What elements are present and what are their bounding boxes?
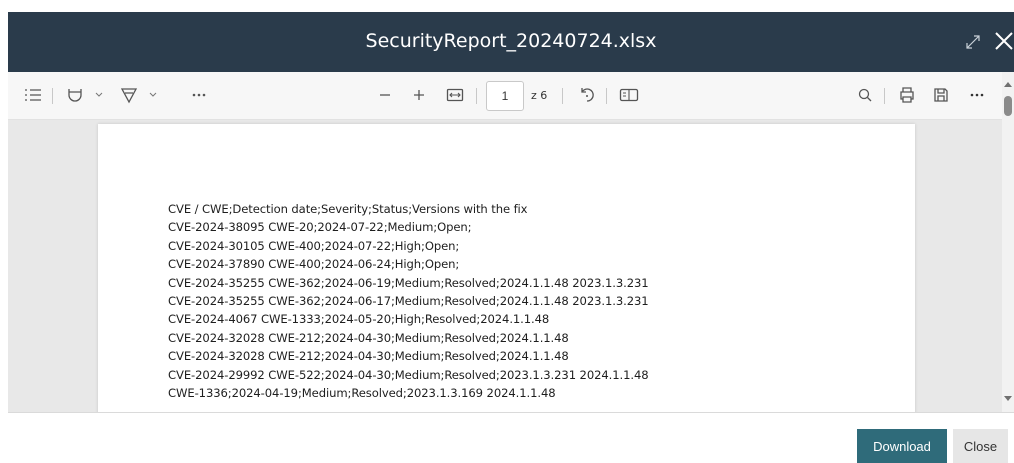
rotate-icon[interactable] — [576, 84, 598, 106]
table-of-contents-icon[interactable] — [22, 84, 44, 106]
highlight-dropdown-chevron-icon[interactable] — [88, 84, 110, 106]
scrollbar-thumb[interactable] — [1004, 96, 1012, 116]
document-line: CVE-2024-38095 CWE-20;2024-07-22;Medium;… — [168, 220, 472, 235]
scroll-down-arrow-icon[interactable] — [1004, 396, 1012, 401]
file-preview-dialog: SecurityReport_20240724.xlsx 1 z 6 CVE /… — [8, 12, 1014, 463]
close-icon[interactable] — [992, 28, 1014, 54]
document-line: CVE-2024-37890 CWE-400;2024-06-24;High;O… — [168, 257, 460, 272]
zoom-in-icon[interactable] — [408, 84, 430, 106]
dialog-footer: Download Close — [8, 412, 1014, 463]
pdf-toolbar: 1 z 6 — [8, 72, 1014, 120]
more-options-icon[interactable] — [966, 84, 988, 106]
document-line: CVE-2024-32028 CWE-212;2024-04-30;Medium… — [168, 349, 569, 364]
toolbar-divider — [52, 88, 53, 104]
toolbar-divider — [606, 88, 607, 104]
document-line: CVE-2024-30105 CWE-400;2024-07-22;High;O… — [168, 238, 460, 253]
document-viewer[interactable]: CVE / CWE;Detection date;Severity;Status… — [8, 120, 1014, 412]
download-button[interactable]: Download — [857, 429, 947, 463]
draw-dropdown-chevron-icon[interactable] — [142, 84, 164, 106]
draw-icon[interactable] — [118, 84, 140, 106]
dialog-title: SecurityReport_20240724.xlsx — [365, 30, 657, 52]
document-line: CVE-2024-35255 CWE-362;2024-06-17;Medium… — [168, 293, 649, 308]
document-line: CWE-1336;2024-04-19;Medium;Resolved;2023… — [168, 385, 556, 400]
page-total-label: z 6 — [531, 89, 548, 102]
more-tools-icon[interactable] — [188, 84, 210, 106]
toolbar-divider — [562, 88, 563, 104]
scroll-up-arrow-icon[interactable] — [1004, 82, 1012, 87]
document-text: CVE / CWE;Detection date;Severity;Status… — [168, 200, 649, 402]
save-icon[interactable] — [930, 84, 952, 106]
search-icon[interactable] — [854, 84, 876, 106]
print-icon[interactable] — [896, 84, 918, 106]
document-page: CVE / CWE;Detection date;Severity;Status… — [98, 124, 915, 412]
zoom-out-icon[interactable] — [374, 84, 396, 106]
document-line: CVE-2024-32028 CWE-212;2024-04-30;Medium… — [168, 330, 569, 345]
page-view-icon[interactable] — [618, 84, 640, 106]
document-line: CVE-2024-29992 CWE-522;2024-04-30;Medium… — [168, 367, 649, 382]
document-line: CVE-2024-35255 CWE-362;2024-06-19;Medium… — [168, 275, 649, 290]
close-button[interactable]: Close — [953, 429, 1008, 463]
toolbar-divider — [884, 88, 885, 104]
vertical-scrollbar[interactable] — [1002, 72, 1014, 412]
document-line: CVE-2024-4067 CWE-1333;2024-05-20;High;R… — [168, 312, 550, 327]
fit-to-width-icon[interactable] — [444, 84, 466, 106]
expand-icon[interactable] — [963, 32, 983, 52]
toolbar-divider — [476, 88, 477, 104]
page-number-input[interactable]: 1 — [486, 81, 524, 111]
dialog-titlebar: SecurityReport_20240724.xlsx — [8, 12, 1014, 72]
document-line: CVE / CWE;Detection date;Severity;Status… — [168, 202, 528, 216]
highlight-icon[interactable] — [64, 84, 86, 106]
